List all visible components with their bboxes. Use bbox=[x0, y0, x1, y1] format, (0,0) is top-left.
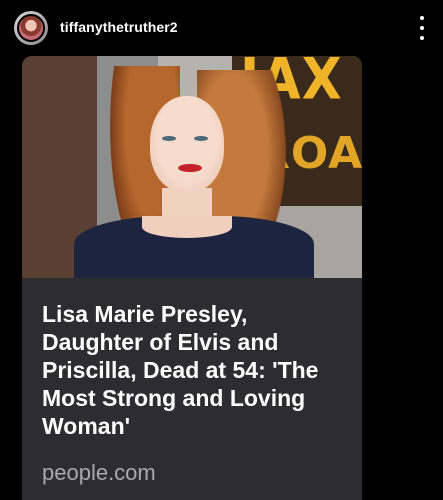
article-headline[interactable]: Lisa Marie Presley, Daughter of Elvis an… bbox=[42, 300, 352, 440]
link-preview-card[interactable]: IAX ROAD Lisa Marie Presley, Daughter of… bbox=[22, 56, 362, 500]
vertical-ellipsis-icon bbox=[420, 16, 424, 20]
post-header: tiffanythetruther2 bbox=[0, 0, 443, 56]
more-options-button[interactable] bbox=[415, 16, 429, 40]
username[interactable]: tiffanythetruther2 bbox=[60, 19, 178, 35]
article-photo: IAX ROAD bbox=[22, 56, 362, 278]
avatar[interactable] bbox=[14, 11, 48, 45]
article-source: people.com bbox=[42, 460, 156, 485]
profile-avatar-icon bbox=[17, 14, 45, 42]
